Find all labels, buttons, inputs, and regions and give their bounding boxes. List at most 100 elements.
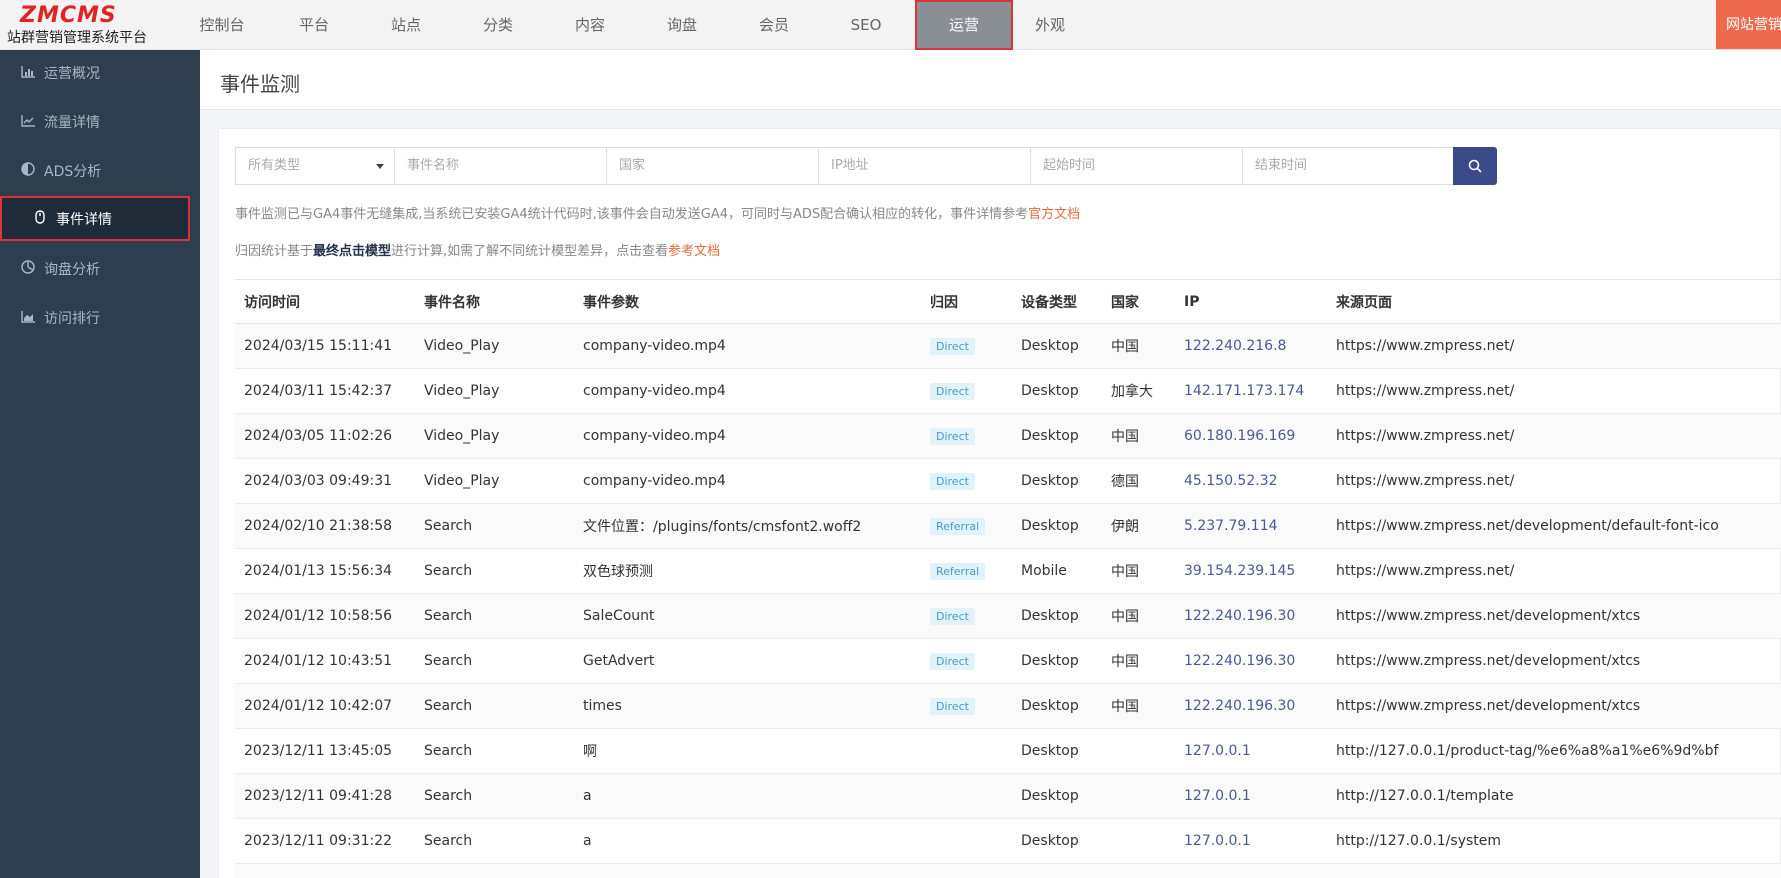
col-source-page: 来源页面 <box>1327 279 1781 324</box>
cell-source-page: http://127.0.0.1/system <box>1327 818 1781 864</box>
cell-country: 伊朗 <box>1102 503 1175 549</box>
cell-ip[interactable]: 127.0.0.1 <box>1175 863 1327 878</box>
cell-visit-time: 2023/12/11 13:45:05 <box>235 728 415 774</box>
table-row[interactable]: 2023/12/11 09:30:06Searcha Desktop 127.0.0… <box>235 863 1781 878</box>
table-row[interactable]: 2023/12/11 13:45:05 Search 啊 Desktop 127.0.0… <box>235 728 1781 774</box>
nav-item-categories[interactable]: 分类 <box>452 0 544 50</box>
cell-country: 中国 <box>1102 638 1175 684</box>
cell-ip[interactable]: 122.240.196.30 <box>1175 683 1327 729</box>
sidebar-item-events[interactable]: 事件详情 <box>0 196 190 241</box>
attribution-badge: Direct <box>930 472 975 490</box>
country-input[interactable]: 国家 <box>606 147 819 185</box>
cell-ip[interactable]: 5.237.79.114 <box>1175 503 1327 549</box>
cell-source-page: https://www.zmpress.net/development/xtcs <box>1327 593 1781 639</box>
cell-visit-time: 2024/03/03 09:49:31 <box>235 458 415 504</box>
table-header-row: 访问时间 事件名称 事件参数 归因 设备类型 国家 IP 来源页面 <box>235 279 1781 324</box>
end-time-input[interactable]: 结束时间 <box>1242 147 1454 185</box>
half-circle-icon <box>20 148 36 197</box>
cell-device: Desktop <box>1012 638 1102 684</box>
nav-item-platform[interactable]: 平台 <box>268 0 360 50</box>
cell-visit-time: 2023/12/11 09:30:06 <box>235 863 415 878</box>
nav-item-sites[interactable]: 站点 <box>360 0 452 50</box>
table-row[interactable]: 2024/02/10 21:38:58 Search 文件位置：/plugins/f… <box>235 503 1781 549</box>
attribution-note-middle: 进行计算,如需了解不同统计模型差异，点击查看 <box>391 244 669 259</box>
official-docs-link[interactable]: 官方文档 <box>1028 207 1080 222</box>
cell-device: Desktop <box>1012 593 1102 639</box>
start-time-input[interactable]: 起始时间 <box>1030 147 1243 185</box>
cell-ip[interactable]: 127.0.0.1 <box>1175 728 1327 774</box>
cell-event-name: Video_Play <box>415 413 574 459</box>
page-header: 事件监测 <box>200 50 1781 110</box>
nav-item-appearance[interactable]: 外观 <box>1004 0 1096 50</box>
table-row[interactable]: 2024/03/03 09:49:31 Video_Play company-vid… <box>235 458 1781 504</box>
table-row[interactable]: 2023/12/11 09:31:22 Search a Desktop 127.0.0… <box>235 818 1781 864</box>
nav-item-content[interactable]: 内容 <box>544 0 636 50</box>
event-name-input[interactable]: 事件名称 <box>394 147 607 185</box>
cell-country: 中国 <box>1102 683 1175 729</box>
cell-visit-time: 2023/12/11 09:41:28 <box>235 773 415 819</box>
attribution-badge: Direct <box>930 607 975 625</box>
main-content: 事件监测 所有类型 事件名称 国家 IP地址 起始时间 结束时间 事件监测已与G… <box>200 50 1781 878</box>
cell-attribution <box>921 818 1012 864</box>
reference-docs-link[interactable]: 参考文档 <box>668 244 720 259</box>
sidebar-item-inquiry-analysis[interactable]: 询盘分析 <box>0 246 200 295</box>
nav-item-dashboard[interactable]: 控制台 <box>176 0 268 50</box>
col-event-params: 事件参数 <box>574 279 921 324</box>
cell-ip[interactable]: 127.0.0.1 <box>1175 818 1327 864</box>
sidebar-item-visit-ranking[interactable]: 访问排行 <box>0 295 200 344</box>
table-row[interactable]: 2024/01/12 10:43:51 Search GetAdvert Direct… <box>235 638 1781 684</box>
logo[interactable]: ZMCMS 站群营销管理系统平台 <box>0 0 176 50</box>
nav-item-members[interactable]: 会员 <box>728 0 820 50</box>
table-row[interactable]: 2024/03/05 11:02:26 Video_Play company-vid… <box>235 413 1781 459</box>
sidebar-item-label: ADS分析 <box>44 164 102 180</box>
cell-attribution: Direct <box>921 458 1012 504</box>
cell-device: Mobile <box>1012 548 1102 594</box>
cell-ip[interactable]: 122.240.216.8 <box>1175 323 1327 369</box>
cell-ip[interactable]: 39.154.239.145 <box>1175 548 1327 594</box>
cell-source-page: http://127.0.0.1/template <box>1327 773 1781 819</box>
table-row[interactable]: 2024/03/15 15:11:41 Video_Play company-vid… <box>235 323 1781 369</box>
ip-input[interactable]: IP地址 <box>818 147 1031 185</box>
cell-visit-time: 2024/01/12 10:42:07 <box>235 683 415 729</box>
nav-item-operations[interactable]: 运营 <box>915 0 1013 50</box>
table-row[interactable]: 2024/01/13 15:56:34 Search 双色球预测 Referral Mo… <box>235 548 1781 594</box>
cell-ip[interactable]: 60.180.196.169 <box>1175 413 1327 459</box>
event-card: 所有类型 事件名称 国家 IP地址 起始时间 结束时间 事件监测已与GA4事件无… <box>218 128 1781 878</box>
nav-item-inquiries[interactable]: 询盘 <box>636 0 728 50</box>
search-button[interactable] <box>1453 147 1497 185</box>
cell-ip[interactable]: 122.240.196.30 <box>1175 593 1327 639</box>
type-select-value: 所有类型 <box>248 158 301 173</box>
cell-ip[interactable]: 127.0.0.1 <box>1175 773 1327 819</box>
cell-event-params: 啊 <box>574 728 921 774</box>
cell-ip[interactable]: 122.240.196.30 <box>1175 638 1327 684</box>
sidebar-item-ads[interactable]: ADS分析 <box>0 148 200 197</box>
attribution-badge: Direct <box>930 382 975 400</box>
table-row[interactable]: 2024/01/12 10:42:07 Search times Direct Desk… <box>235 683 1781 729</box>
line-chart-icon <box>20 99 36 148</box>
cell-device: Desktop <box>1012 818 1102 864</box>
nav-item-seo[interactable]: SEO <box>820 0 912 50</box>
cell-visit-time: 2024/03/05 11:02:26 <box>235 413 415 459</box>
attribution-model: 最终点击模型 <box>313 244 392 259</box>
cell-ip[interactable]: 142.171.173.174 <box>1175 368 1327 414</box>
sidebar-item-overview[interactable]: 运营概况 <box>0 50 200 99</box>
sidebar: 运营概况 流量详情 ADS分析 事件详情 询盘分析 访问排行 <box>0 50 200 878</box>
cell-country: 中国 <box>1102 323 1175 369</box>
type-select[interactable]: 所有类型 <box>235 147 395 185</box>
sidebar-item-label: 流量详情 <box>44 115 100 131</box>
table-row[interactable]: 2024/01/12 10:58:56 Search SaleCount Direct… <box>235 593 1781 639</box>
attribution-badge: Direct <box>930 652 975 670</box>
cell-attribution: Referral <box>921 548 1012 594</box>
cell-source-page: http://127.0.0.1/product-tag/%e6%a8%a1%e… <box>1327 728 1781 774</box>
cell-source-page: https://www.zmpress.net/ <box>1327 323 1781 369</box>
cell-event-params: 文件位置：/plugins/fonts/cmsfont2.woff2 <box>574 503 921 549</box>
attribution-note-prefix: 归因统计基于 <box>235 244 314 259</box>
cell-event-name: Search <box>415 638 574 684</box>
table-row[interactable]: 2024/03/11 15:42:37 Video_Play company-vid… <box>235 368 1781 414</box>
cell-visit-time: 2024/03/11 15:42:37 <box>235 368 415 414</box>
table-row[interactable]: 2023/12/11 09:41:28 Search a Desktop 127.0.0… <box>235 773 1781 819</box>
cell-event-name: Search <box>415 863 574 878</box>
cell-ip[interactable]: 45.150.52.32 <box>1175 458 1327 504</box>
sidebar-item-traffic[interactable]: 流量详情 <box>0 99 200 148</box>
site-marketing-button[interactable]: 网站营销推 <box>1716 0 1781 49</box>
